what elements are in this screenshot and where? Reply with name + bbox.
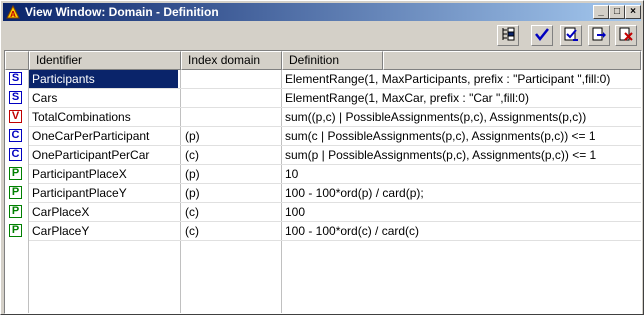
table-row[interactable]: P ParticipantPlaceX (p) 10 xyxy=(5,165,641,183)
header-index-domain[interactable]: Index domain xyxy=(181,51,282,70)
discard-button[interactable] xyxy=(615,25,637,46)
identifier-cell[interactable]: ParticipantPlaceX xyxy=(29,165,178,183)
definition-cell[interactable]: sum(p | PossibleAssignments(p,c), Assign… xyxy=(282,146,640,164)
index-domain-cell[interactable]: (c) xyxy=(181,146,281,164)
index-domain-cell[interactable] xyxy=(181,70,281,88)
check-commit-icon xyxy=(563,26,579,45)
index-domain-cell[interactable] xyxy=(181,89,281,107)
parameter-icon: P xyxy=(9,224,22,237)
definition-grid: Identifier Index domain Definition S Part… xyxy=(4,50,642,314)
definition-cell[interactable]: sum(c | PossibleAssignments(p,c), Assign… xyxy=(282,127,640,145)
identifier-cell[interactable]: TotalCombinations xyxy=(29,108,178,126)
header-identifier[interactable]: Identifier xyxy=(29,51,181,70)
table-row[interactable]: P CarPlaceY (c) 100 - 100*ord(c) / card(c) xyxy=(5,222,641,240)
table-row[interactable]: V TotalCombinations sum((p,c) | PossibleAs… xyxy=(5,108,641,126)
identifier-cell[interactable]: OneParticipantPerCar xyxy=(29,146,178,164)
definition-cell[interactable]: 100 - 100*ord(c) / card(c) xyxy=(282,222,640,240)
svg-text:A: A xyxy=(10,10,16,19)
index-domain-cell[interactable]: (p) xyxy=(181,127,281,145)
check-button[interactable] xyxy=(531,25,553,46)
table-row[interactable]: S Participants ElementRange(1, MaxParticip… xyxy=(5,70,641,88)
title-bar[interactable]: A View Window: Domain - Definition _ □ × xyxy=(3,3,641,21)
set-icon: S xyxy=(9,72,22,85)
check-commit-button[interactable] xyxy=(560,25,582,46)
index-domain-cell[interactable] xyxy=(181,108,281,126)
export-button[interactable] xyxy=(588,25,610,46)
table-row[interactable]: S Cars ElementRange(1, MaxCar, prefix : "C… xyxy=(5,89,641,107)
view-window: A View Window: Domain - Definition _ □ × xyxy=(0,0,644,315)
export-arrow-icon xyxy=(591,26,607,45)
identifier-cell[interactable]: CarPlaceY xyxy=(29,222,178,240)
maximize-button[interactable]: □ xyxy=(609,5,625,19)
tree-view-icon xyxy=(500,26,516,45)
index-domain-cell[interactable]: (c) xyxy=(181,203,281,221)
toolbar xyxy=(3,23,641,49)
window-title: View Window: Domain - Definition xyxy=(25,5,219,19)
definition-cell[interactable]: 100 xyxy=(282,203,640,221)
identifier-cell[interactable]: Participants xyxy=(29,70,178,88)
parameter-icon: P xyxy=(9,186,22,199)
index-domain-cell[interactable]: (p) xyxy=(181,165,281,183)
definition-cell[interactable]: 10 xyxy=(282,165,640,183)
header-filler xyxy=(383,51,641,70)
aimms-app-icon: A xyxy=(5,4,21,20)
definition-cell[interactable]: sum((p,c) | PossibleAssignments(p,c), As… xyxy=(282,108,640,126)
identifier-cell[interactable]: Cars xyxy=(29,89,178,107)
constraint-icon: C xyxy=(9,148,22,161)
header-definition[interactable]: Definition xyxy=(282,51,383,70)
table-row[interactable]: P CarPlaceX (c) 100 xyxy=(5,203,641,221)
minimize-button[interactable]: _ xyxy=(593,5,609,19)
index-domain-cell[interactable]: (p) xyxy=(181,184,281,202)
close-button[interactable]: × xyxy=(625,5,641,19)
constraint-icon: C xyxy=(9,129,22,142)
identifier-cell[interactable]: ParticipantPlaceY xyxy=(29,184,178,202)
identifier-cell[interactable]: CarPlaceX xyxy=(29,203,178,221)
set-icon: S xyxy=(9,91,22,104)
definition-cell[interactable]: 100 - 100*ord(p) / card(p); xyxy=(282,184,640,202)
discard-x-icon xyxy=(618,26,634,45)
header-type-column xyxy=(5,51,29,70)
identifier-cell[interactable]: OneCarPerParticipant xyxy=(29,127,178,145)
table-row[interactable]: C OneCarPerParticipant (p) sum(c | Possible… xyxy=(5,127,641,145)
definition-cell[interactable]: ElementRange(1, MaxCar, prefix : "Car ",… xyxy=(282,89,640,107)
row-divider xyxy=(29,240,641,241)
index-domain-cell[interactable]: (c) xyxy=(181,222,281,240)
variable-icon: V xyxy=(9,110,22,123)
checkmark-icon xyxy=(534,26,550,45)
parameter-icon: P xyxy=(9,167,22,180)
parameter-icon: P xyxy=(9,205,22,218)
view-tree-button[interactable] xyxy=(497,25,519,46)
table-row[interactable]: P ParticipantPlaceY (p) 100 - 100*ord(p) / … xyxy=(5,184,641,202)
table-row[interactable]: C OneParticipantPerCar (c) sum(p | Possible… xyxy=(5,146,641,164)
definition-cell[interactable]: ElementRange(1, MaxParticipants, prefix … xyxy=(282,70,640,88)
